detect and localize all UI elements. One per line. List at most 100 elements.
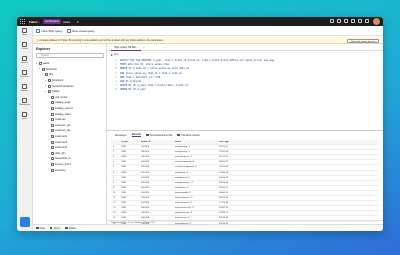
workload-switcher-icon[interactable] (20, 217, 30, 227)
chevron-icon[interactable]: › (48, 152, 50, 154)
app-launcher-icon[interactable] (20, 19, 25, 24)
chevron-icon[interactable]: › (48, 136, 50, 138)
chevron-icon[interactable]: › (48, 158, 50, 160)
close-icon[interactable]: × (143, 46, 145, 49)
table-icon (50, 135, 54, 139)
table-icon (50, 129, 54, 133)
feedback-icon[interactable] (365, 19, 369, 23)
home-icon (22, 28, 27, 33)
monitor-icon (22, 84, 27, 89)
tree-item-label: call_center (55, 95, 68, 99)
model-view-button[interactable]: Model (65, 227, 76, 230)
table-icon (50, 101, 54, 105)
chevron-icon[interactable]: › (48, 102, 50, 104)
folder-icon (47, 79, 51, 83)
tree-item-label: Tables (52, 90, 60, 94)
chevron-icon[interactable]: › (48, 124, 50, 126)
chevron-icon[interactable]: › (48, 119, 50, 121)
rail-item-browse[interactable]: Browse (17, 56, 32, 68)
excel-icon (146, 133, 149, 137)
run-button[interactable]: Run (111, 53, 119, 56)
title-bar-actions (330, 19, 369, 23)
chevron-icon[interactable]: › (48, 147, 50, 149)
tree-item-label: Functions (52, 79, 64, 83)
table-icon (50, 95, 54, 99)
rail-item-create[interactable]: Create (17, 42, 32, 54)
avatar[interactable] (373, 18, 380, 25)
chevron-icon[interactable]: › (48, 108, 50, 110)
notification-icon[interactable] (337, 19, 341, 23)
onelake-icon (22, 70, 27, 75)
rail-item-sales[interactable]: sales (17, 112, 32, 124)
item-name[interactable]: sales (63, 20, 70, 24)
tree-item-label: Stored Procedures (52, 84, 74, 88)
create-icon (22, 42, 27, 47)
chevron-icon[interactable]: › (48, 163, 50, 165)
table-icon (50, 157, 54, 161)
rail-item-home[interactable]: Home (17, 28, 32, 40)
chevron-icon[interactable]: › (48, 113, 50, 115)
download-icon[interactable] (351, 19, 355, 23)
sql-editor: SQL query 59 f4b... × Run 1 SELECT TOP 10… (107, 44, 383, 130)
download-excel-button[interactable]: Download Excel file (146, 134, 172, 137)
data-view-button[interactable]: Data (36, 227, 45, 230)
tree-item-label: dbo (49, 73, 54, 77)
tree-item-label: catalog_sales (55, 112, 71, 116)
tree-item-label: customer_ad... (55, 123, 73, 127)
visualize-results-button[interactable]: Visualize results (177, 134, 200, 137)
chevron-icon[interactable]: ▾ (45, 80, 47, 82)
query-view-button[interactable]: Query (49, 227, 60, 230)
object-tree: ▾ sales ▾ Schemas ▾ dbo ▾ Functions ▾ Stored Proc… (36, 61, 106, 173)
chevron-icon[interactable]: › (48, 130, 50, 132)
chevron-icon[interactable]: › (48, 141, 50, 143)
info-banner: ⓘA default dataset for Power BI reportin… (33, 37, 383, 44)
ribbon: New SQL query New visual query (33, 26, 383, 36)
table-icon (36, 226, 39, 230)
code-area[interactable]: 1 SELECT TOP 100 PERCENT d_year, item.i_b… (111, 59, 379, 93)
folder-icon (38, 62, 42, 66)
folder-icon (41, 67, 45, 71)
new-sql-query-button[interactable]: New SQL query (36, 28, 63, 33)
table-icon (50, 140, 54, 144)
chevron-icon[interactable]: › (48, 169, 50, 171)
rail-item-workspaces[interactable]: Workspaces (17, 98, 32, 110)
chevron-icon[interactable]: ▾ (45, 91, 47, 93)
new-visual-query-button[interactable]: New visual query (66, 28, 95, 33)
update-dataset-button[interactable]: Manually update dataset (347, 38, 379, 43)
results-grid: d_year brand_id brand sum_agg 1 1998 1001001 am… (111, 140, 379, 227)
warehouse-icon (22, 112, 27, 117)
folder-icon (47, 84, 51, 88)
left-nav-rail: Home Create Browse OneLake Monitor Works… (17, 26, 33, 231)
bottom-view-switcher: Data Query Model (33, 224, 383, 231)
table-icon (50, 107, 54, 111)
brand-name: Fabric (29, 20, 39, 24)
tree-item-label: customer_de... (55, 129, 73, 133)
title-bar: Fabric | workspace sales ▾ (17, 17, 383, 26)
rail-item-monitor[interactable]: Monitor (17, 84, 32, 96)
code-text: ORDER BY dt.d_year (120, 88, 146, 92)
help-icon[interactable] (358, 19, 362, 23)
explorer-title: Explorer (36, 47, 51, 51)
search-icon[interactable] (330, 19, 334, 23)
tab-results[interactable]: Results (131, 133, 142, 137)
chevron-icon[interactable]: ▾ (42, 74, 44, 76)
tab-sql-query[interactable]: SQL query 59 f4b... (111, 44, 142, 51)
chevron-icon[interactable]: ▾ (36, 63, 38, 65)
chevron-icon[interactable]: ▾ (39, 68, 41, 70)
chevron-down-icon[interactable]: ▾ (77, 20, 79, 24)
chevron-icon[interactable]: ▾ (45, 85, 47, 87)
tree-item-label: date_dim (55, 151, 66, 155)
folder-icon (44, 73, 48, 77)
chevron-icon[interactable]: › (48, 96, 50, 98)
workspace-badge[interactable]: workspace (43, 19, 62, 24)
play-icon (111, 53, 113, 56)
tab-messages[interactable]: Messages (115, 134, 127, 137)
tree-item[interactable]: › inventory (36, 167, 106, 173)
tree-item-label: customer1 (55, 135, 68, 139)
table-icon (50, 168, 54, 172)
table-icon (50, 146, 54, 150)
rail-item-onelake[interactable]: OneLake (17, 70, 32, 82)
explorer-search-input[interactable]: Search (36, 53, 104, 58)
settings-icon[interactable] (344, 19, 348, 23)
explorer-pane: Explorer Search ▾ sales ▾ Schemas ▾ dbo ▾ Funct… (33, 44, 107, 231)
